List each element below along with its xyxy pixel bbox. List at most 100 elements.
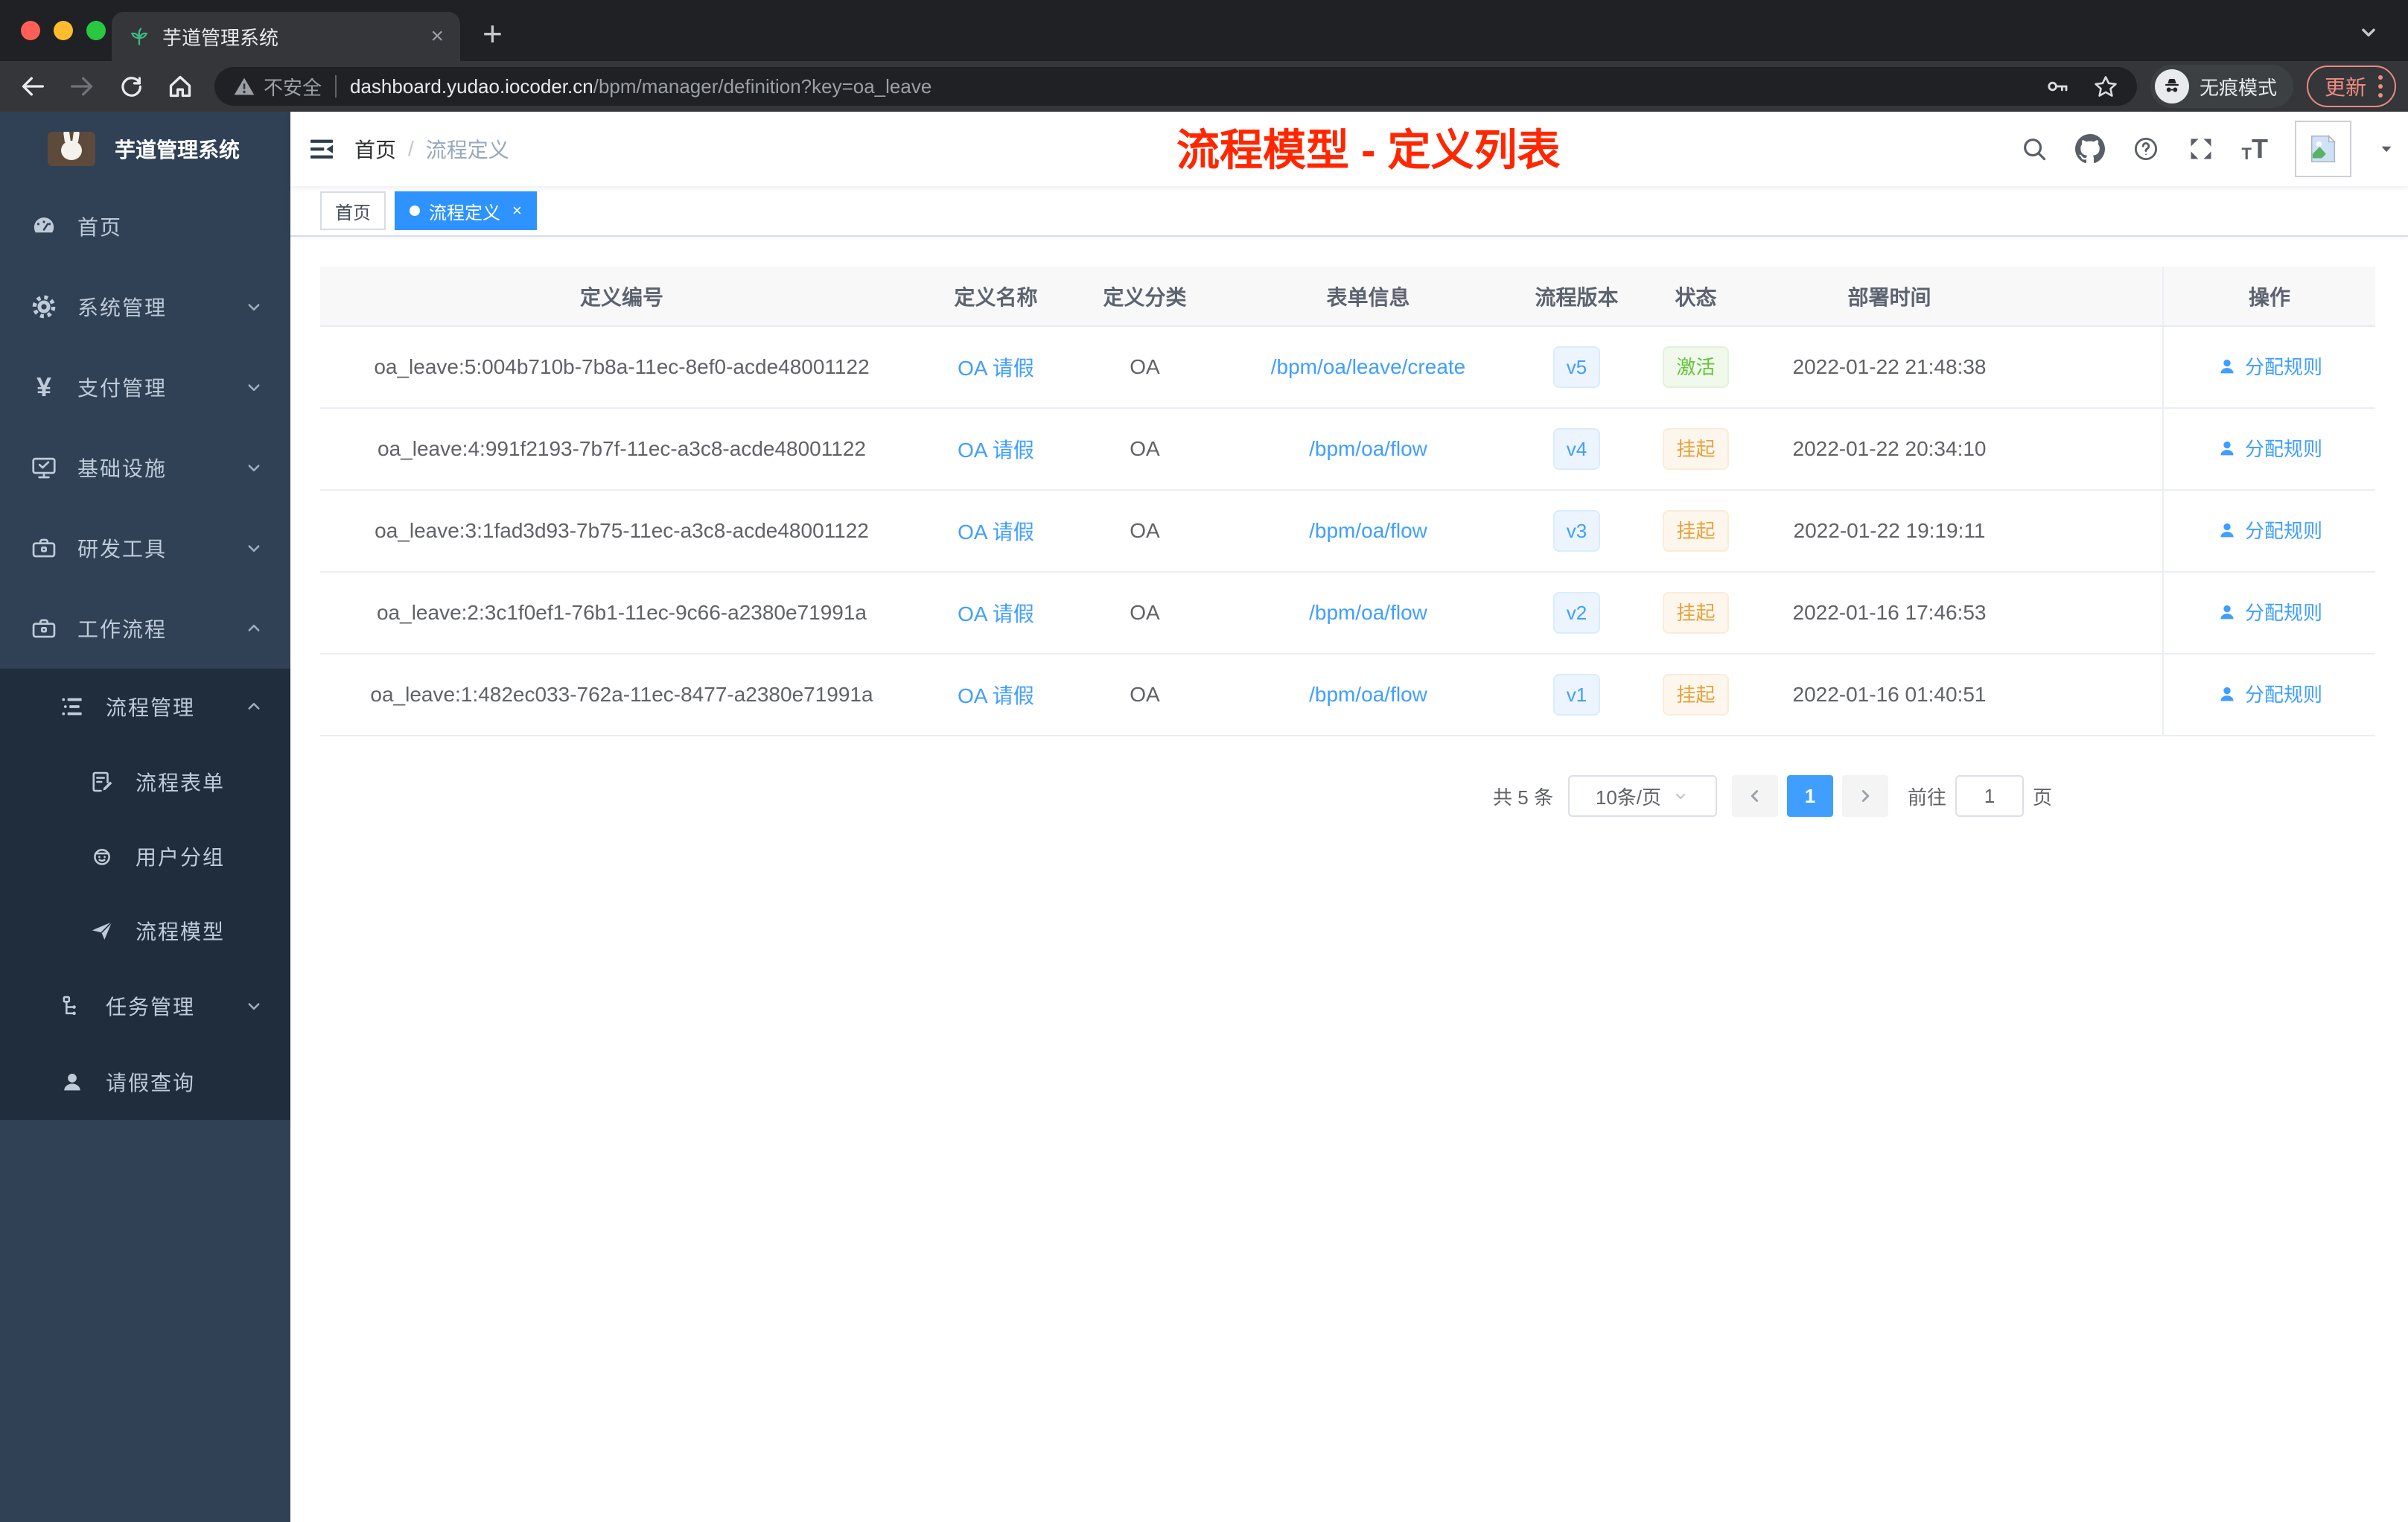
sidebar-item-label: 流程表单 <box>136 771 226 795</box>
form-link[interactable]: /bpm/oa/leave/create <box>1271 355 1466 378</box>
tag-label: 首页 <box>335 203 371 223</box>
sidebar-item-label: 用户分组 <box>136 846 226 869</box>
form-link[interactable]: /bpm/oa/flow <box>1309 601 1427 624</box>
sidebar-item-infrastructure[interactable]: 基础设施 <box>0 427 290 508</box>
tag-close-icon[interactable]: × <box>512 201 522 220</box>
app-title: 芋道管理系统 <box>115 138 241 162</box>
table-row: oa_leave:1:482ec033-762a-11ec-8477-a2380… <box>320 654 2375 736</box>
reload-icon[interactable] <box>110 66 152 107</box>
page-input[interactable] <box>1955 775 2024 817</box>
assign-rule-button[interactable]: 分配规则 <box>2217 516 2322 544</box>
assign-rule-button[interactable]: 分配规则 <box>2217 434 2322 462</box>
form-link[interactable]: /bpm/oa/flow <box>1309 519 1427 542</box>
tab-close-icon[interactable]: × <box>430 25 444 48</box>
page-content: 定义编号 定义名称 定义分类 表单信息 流程版本 状态 部署时间 操作 oa_l… <box>290 237 2408 817</box>
form-link[interactable]: /bpm/oa/flow <box>1309 683 1427 706</box>
fullscreen-icon[interactable] <box>2187 135 2215 163</box>
sidebar-item-user-group[interactable]: 用户分组 <box>0 819 290 894</box>
back-icon[interactable] <box>12 66 54 107</box>
next-page-button[interactable] <box>1841 775 1888 817</box>
action-label: 分配规则 <box>2244 356 2322 379</box>
version-badge[interactable]: v2 <box>1552 592 1601 634</box>
version-badge[interactable]: v5 <box>1552 346 1601 388</box>
browser-menu-kebab-icon[interactable] <box>2378 75 2383 98</box>
sidebar-logo[interactable]: 芋道管理系统 <box>0 112 290 186</box>
current-page-button[interactable]: 1 <box>1786 775 1833 817</box>
active-dot <box>410 206 420 216</box>
col-definition-category: 定义分类 <box>1068 267 1221 327</box>
breadcrumb-home[interactable]: 首页 <box>354 134 396 164</box>
workflow-submenu: 流程管理 流程表单 用户分组 流程模型 任务管理 请假查询 <box>0 669 290 1120</box>
definition-name-link[interactable]: OA 请假 <box>958 439 1034 462</box>
breadcrumb: 首页 / 流程定义 <box>354 134 509 164</box>
status-badge: 挂起 <box>1663 592 1729 634</box>
not-secure-label[interactable]: 不安全 <box>264 73 322 101</box>
yen-icon: ¥ <box>36 372 52 402</box>
definition-name-link[interactable]: OA 请假 <box>958 602 1034 625</box>
chevron-down-icon <box>243 456 265 479</box>
browser-update-button[interactable]: 更新 <box>2306 66 2396 107</box>
action-label: 分配规则 <box>2244 520 2322 543</box>
tag-home[interactable]: 首页 <box>320 191 386 230</box>
password-key-icon[interactable] <box>2045 74 2070 99</box>
url-path: /bpm/manager/definition?key=oa_leave <box>593 74 932 98</box>
assign-rule-button[interactable]: 分配规则 <box>2217 680 2322 707</box>
sidebar-item-process-model[interactable]: 流程模型 <box>0 894 290 968</box>
sidebar-item-dev-tools[interactable]: 研发工具 <box>0 508 290 588</box>
bookmark-star-icon[interactable] <box>2092 73 2119 100</box>
assign-rule-button[interactable]: 分配规则 <box>2217 598 2322 625</box>
assign-rule-button[interactable]: 分配规则 <box>2217 352 2322 380</box>
breadcrumb-separator: / <box>408 137 414 160</box>
sidebar-item-payment[interactable]: ¥ 支付管理 <box>0 347 290 427</box>
help-icon[interactable] <box>2132 135 2160 163</box>
avatar[interactable] <box>2295 121 2351 177</box>
tab-search-chevron-icon[interactable] <box>2356 19 2381 45</box>
github-icon[interactable] <box>2074 134 2105 164</box>
tag-process-definition[interactable]: 流程定义 × <box>395 191 537 230</box>
font-size-icon[interactable]: TT <box>2242 136 2268 162</box>
sidebar-item-workflow[interactable]: 工作流程 <box>0 588 290 669</box>
version-badge[interactable]: v1 <box>1552 674 1601 716</box>
definition-name-link[interactable]: OA 请假 <box>958 520 1034 544</box>
close-window-button[interactable] <box>21 21 40 40</box>
breadcrumb-current: 流程定义 <box>425 138 509 162</box>
home-icon[interactable] <box>159 66 201 107</box>
forward-icon[interactable] <box>61 66 103 107</box>
prev-page-button[interactable] <box>1731 775 1778 817</box>
sidebar-item-process-form[interactable]: 流程表单 <box>0 745 290 819</box>
sidebar: 芋道管理系统 首页 系统管理 ¥ 支付管理 基础设施 研发工具 工作流程 流程管… <box>0 112 290 1522</box>
incognito-badge[interactable]: 无痕模式 <box>2150 65 2293 108</box>
minimize-window-button[interactable] <box>54 21 73 40</box>
table-row: oa_leave:2:3c1f0ef1-76b1-11ec-9c66-a2380… <box>320 572 2375 655</box>
definition-table: 定义编号 定义名称 定义分类 表单信息 流程版本 状态 部署时间 操作 oa_l… <box>320 267 2375 736</box>
definition-name-link[interactable]: OA 请假 <box>958 684 1034 707</box>
address-bar[interactable]: 不安全 dashboard.yudao.iocoder.cn/bpm/manag… <box>214 67 2137 106</box>
new-tab-button[interactable]: + <box>482 16 503 51</box>
sidebar-item-home[interactable]: 首页 <box>0 186 290 267</box>
search-icon[interactable] <box>2020 135 2048 163</box>
version-badge[interactable]: v3 <box>1552 510 1601 552</box>
status-badge: 挂起 <box>1663 674 1729 716</box>
sidebar-item-task-management[interactable]: 任务管理 <box>0 968 290 1044</box>
sidebar-item-process-management[interactable]: 流程管理 <box>0 669 290 745</box>
form-link[interactable]: /bpm/oa/flow <box>1309 437 1427 460</box>
page-size-select[interactable]: 10条/页 <box>1567 775 1717 817</box>
sidebar-item-leave-query[interactable]: 请假查询 <box>0 1044 290 1120</box>
table-row: oa_leave:4:991f2193-7b7f-11ec-a3c8-acde4… <box>320 408 2375 491</box>
definition-category: OA <box>1068 654 1221 736</box>
version-badge[interactable]: v4 <box>1552 428 1601 470</box>
definition-id: oa_leave:5:004b710b-7b8a-11ec-8ef0-acde4… <box>320 326 923 409</box>
chevron-down-icon <box>243 995 265 1017</box>
zoom-window-button[interactable] <box>86 21 106 40</box>
url-text[interactable]: dashboard.yudao.iocoder.cn/bpm/manager/d… <box>350 75 931 98</box>
hamburger-icon[interactable] <box>290 112 354 186</box>
not-secure-warning-icon[interactable] <box>232 74 256 98</box>
logo-image <box>48 132 95 166</box>
table-row: oa_leave:5:004b710b-7b8a-11ec-8ef0-acde4… <box>320 326 2375 409</box>
definition-name-link[interactable]: OA 请假 <box>958 357 1034 380</box>
sidebar-item-label: 工作流程 <box>77 618 168 641</box>
people-icon <box>88 842 116 870</box>
avatar-caret-icon[interactable] <box>2378 141 2395 157</box>
browser-tab[interactable]: 芋道管理系统 × <box>112 12 460 61</box>
sidebar-item-system[interactable]: 系统管理 <box>0 267 290 347</box>
